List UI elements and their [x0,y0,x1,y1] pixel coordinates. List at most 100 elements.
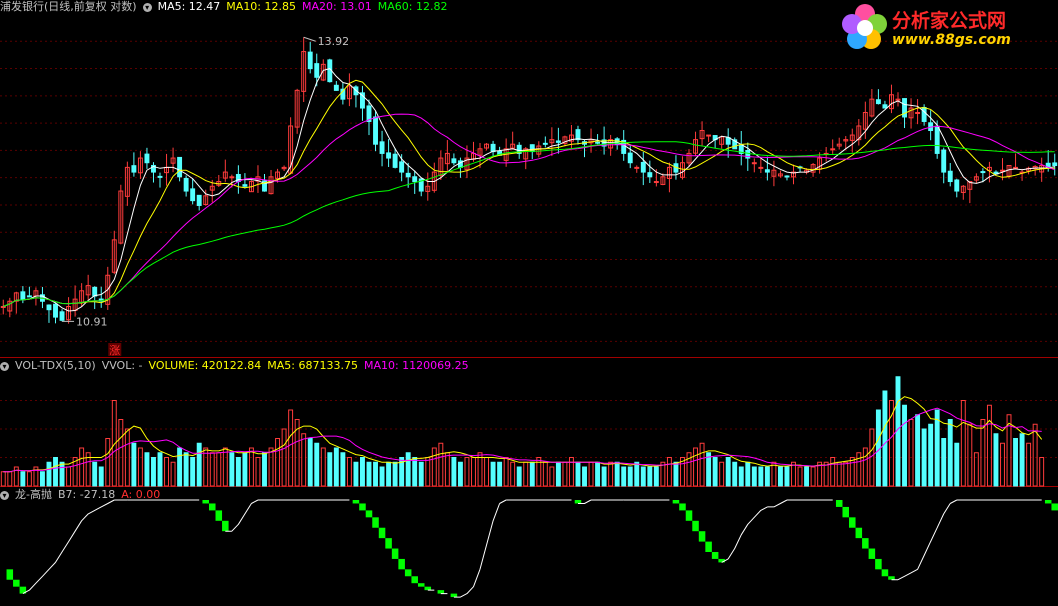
volume-bar [229,452,235,487]
volume-bar [608,461,614,487]
volume-bar [131,442,137,487]
osc-block [705,541,712,552]
volume-bar [1013,438,1019,487]
volume-bar [26,471,32,487]
volume-bar [947,419,953,487]
candle-body [764,169,770,173]
volume-bar [673,461,679,487]
candle-body [92,286,98,297]
volume-bar [823,461,829,487]
volume-bar [405,452,411,487]
volume-bar [307,438,313,487]
ma5-label: MA5: 12.47 [157,0,221,13]
candle-body [921,106,927,122]
osc-block [862,538,869,549]
volume-bar [1039,457,1045,487]
candle-body [555,140,561,143]
volume-bar [1019,433,1025,487]
osc-block [215,510,223,521]
volume-bar [588,461,594,487]
volume-bar [490,461,496,487]
stock-title: 浦发银行(日线,前复权 对数) [0,0,137,13]
candle-body [725,137,731,145]
volume-bar [275,438,281,487]
volume-bar [562,461,568,487]
osc-block [868,548,876,559]
volume-bar [151,457,156,487]
candle-body [706,134,712,137]
volume-bar [484,457,490,487]
site-logo: 分析家公式网 www.88gs.com [840,2,1050,52]
osc-block [385,538,392,549]
volume-bar [836,461,842,487]
volume-bar [346,457,352,487]
candle-body [784,175,790,178]
volume-bar [627,466,633,487]
candle-body [190,188,196,202]
candle-body [333,84,339,91]
volume-bar [738,466,744,487]
candle-body [758,166,764,169]
volume-bar [510,461,516,487]
volume-bar [464,457,470,487]
zhang-marker: 涨 [109,344,120,357]
candle-body [405,172,411,178]
osc-block [842,506,850,518]
candle-body [934,125,940,154]
volume-bar [177,447,183,487]
volume-bar [137,447,143,487]
logo-url: www.88gs.com [892,32,1011,48]
osc-block [352,500,360,504]
volume-bar [268,447,274,487]
volume-bar [915,414,921,487]
volume-bar [934,409,940,487]
osc-block [692,520,699,532]
volume-bar [699,442,705,487]
candle-body [379,141,385,154]
volume-bar [549,466,555,487]
candle-body [954,179,960,192]
dropdown-icon[interactable]: ▾ [0,490,9,500]
volume-bar [732,461,738,487]
dropdown-icon[interactable]: ▾ [0,361,9,371]
candle-body [412,176,418,183]
candle-body [980,171,986,174]
volume-bar [810,466,816,487]
ma60-label: MA60: 12.82 [377,0,448,13]
volume-bar [301,433,307,487]
candle-body [307,51,313,70]
osc-block [672,500,680,504]
volume-bar [392,461,398,487]
candle-body [751,162,757,165]
candle-body [1052,162,1058,167]
volume-bar [39,471,45,487]
volume-bar [457,461,463,487]
volume-bar [46,461,52,487]
volume-bar [190,457,196,487]
volume-bar [634,461,640,487]
candle-body [157,175,163,178]
osc-panel-header: ▾ 龙-高抛 B7: -27.18 A: 0.00 [0,488,166,502]
osc-block [1051,503,1058,511]
volume-bar [314,442,320,487]
candle-body [875,99,881,105]
candle-body [53,303,58,318]
osc-block [378,527,386,539]
volume-bar [183,452,189,487]
dropdown-icon[interactable]: ▾ [142,2,152,12]
candle-body [392,153,398,168]
volume-bar [529,461,535,487]
volume-bar [248,447,254,487]
volume-bar [386,461,392,487]
volume-bar [1026,442,1032,487]
ma-line-5 [3,68,1055,312]
osc-block [365,510,373,518]
volume-bar [196,442,202,487]
osc-title: 龙-高抛 [15,488,52,501]
volume-bar [327,452,333,487]
volume-bar [262,452,267,487]
volume-bar [621,466,627,487]
volume-bar [144,452,150,487]
volume-bar [379,466,385,487]
volume-bar [666,457,672,487]
